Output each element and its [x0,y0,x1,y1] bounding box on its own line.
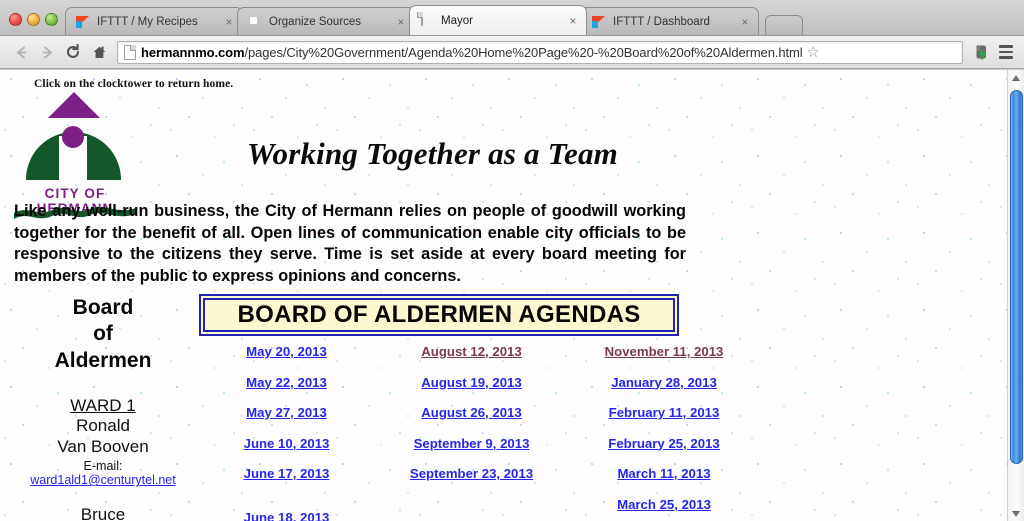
browser-menu-icon[interactable] [996,45,1016,59]
reload-icon[interactable] [60,39,86,65]
tab-organize-sources[interactable]: Organize Sources × [237,7,415,35]
agenda-date-link[interactable]: February 25, 2013 [608,436,719,451]
address-bar[interactable]: hermannmo.com/pages/City%20Government/Ag… [117,40,963,64]
evernote-extension-icon[interactable] [971,41,993,63]
agenda-date-link[interactable]: November 11, 2013 [605,344,724,359]
logo-clock-circle [62,126,84,148]
next-alderman-name: Bruce [80,505,126,521]
clocktower-hint: Click on the clocktower to return home. [34,78,234,90]
zoom-window-button[interactable] [45,13,58,26]
tab-title: IFTTT / Dashboard [613,15,710,28]
vertical-scrollbar[interactable] [1007,70,1024,521]
page-viewport: Click on the clocktower to return home. … [0,70,1024,521]
sidebar-heading-line1: Board [72,296,134,319]
tab-title: IFTTT / My Recipes [97,15,198,28]
close-tab-icon[interactable]: × [394,16,408,28]
agenda-date-link[interactable]: September 9, 2013 [414,436,530,451]
board-sidebar: Board of Aldermen WARD 1 Ronald Van Boov… [14,295,192,521]
back-icon[interactable] [8,39,34,65]
agenda-date-link[interactable]: March 25, 2013 [617,497,711,512]
agenda-date-link[interactable]: May 27, 2013 [246,405,327,420]
alderman-first-name: Ronald [76,416,130,436]
email-label: E-mail: [83,459,123,474]
page-headline: Working Together as a Team [247,136,618,171]
window-controls [0,13,65,35]
sidebar-heading-line3: Aldermen [54,348,152,372]
new-tab-button[interactable] [765,15,803,35]
page-document-icon [124,45,136,60]
close-tab-icon[interactable]: × [738,16,752,28]
agenda-date-link[interactable]: June 18, 2013 [244,510,330,521]
ifttt-icon [591,14,607,30]
close-tab-icon[interactable]: × [222,16,236,28]
agenda-column-2: August 12, 2013 August 19, 2013 August 2… [374,344,569,521]
ifttt-icon [75,14,91,30]
alderman-last-name: Van Booven [57,436,149,456]
tab-ifttt-my-recipes[interactable]: IFTTT / My Recipes × [65,7,243,35]
agenda-date-link[interactable]: February 11, 2013 [609,405,720,420]
intro-paragraph: Like any well-run business, the City of … [14,202,686,286]
forward-icon[interactable] [34,39,60,65]
web-page-content: Click on the clocktower to return home. … [0,70,1007,521]
sidebar-heading-line2: of [93,322,113,346]
tab-list: IFTTT / My Recipes × Organize Sources × … [65,0,1024,35]
agenda-date-link[interactable]: August 19, 2013 [421,375,521,390]
tab-strip: IFTTT / My Recipes × Organize Sources × … [0,0,1024,36]
agenda-date-link[interactable]: August 12, 2013 [421,344,521,359]
agendas-banner: BOARD OF ALDERMEN AGENDAS [199,294,679,336]
url-text: hermannmo.com/pages/City%20Government/Ag… [141,45,803,60]
alderman-email-link[interactable]: ward1ald1@centurytel.net [14,473,192,487]
ward-label: WARD 1 [70,396,136,416]
agenda-date-link[interactable]: June 10, 2013 [244,436,330,451]
document-icon [419,11,435,29]
url-domain: hermannmo.com [141,44,245,60]
minimize-window-button[interactable] [27,13,40,26]
agenda-date-link[interactable]: June 17, 2013 [244,466,330,481]
browser-window: IFTTT / My Recipes × Organize Sources × … [0,0,1024,521]
scrollbar-thumb[interactable] [1010,90,1023,464]
agenda-date-link[interactable]: May 22, 2013 [246,375,327,390]
scroll-up-icon[interactable] [1008,70,1024,85]
home-icon[interactable] [86,39,112,65]
close-tab-icon[interactable]: × [566,15,580,27]
agenda-date-link[interactable]: March 11, 2013 [617,466,710,481]
agenda-column-1: May 20, 2013 May 22, 2013 May 27, 2013 J… [199,344,374,521]
bookmark-star-icon[interactable]: ☆ [803,43,824,61]
scroll-down-icon[interactable] [1008,506,1024,521]
logo-roof-triangle [48,92,100,118]
close-window-button[interactable] [9,13,22,26]
url-path: /pages/City%20Government/Agenda%20Home%2… [244,44,803,60]
tab-title: Mayor [441,14,473,27]
tab-title: Organize Sources [269,15,362,28]
evernote-icon [247,14,263,30]
browser-toolbar: hermannmo.com/pages/City%20Government/Ag… [0,36,1024,69]
agenda-date-link[interactable]: September 23, 2013 [410,466,533,481]
agendas-banner-title: BOARD OF ALDERMEN AGENDAS [237,301,641,328]
tab-ifttt-dashboard[interactable]: IFTTT / Dashboard × [581,7,759,35]
agenda-date-link[interactable]: August 26, 2013 [421,405,521,420]
agenda-date-link[interactable]: January 28, 2013 [611,375,717,390]
agenda-column-3: November 11, 2013 January 28, 2013 Febru… [569,344,759,521]
agenda-date-link[interactable]: May 20, 2013 [246,344,327,359]
tab-mayor[interactable]: Mayor × [409,5,587,35]
agenda-date-columns: May 20, 2013 May 22, 2013 May 27, 2013 J… [199,344,759,521]
sidebar-heading: Board of Aldermen [14,295,192,374]
